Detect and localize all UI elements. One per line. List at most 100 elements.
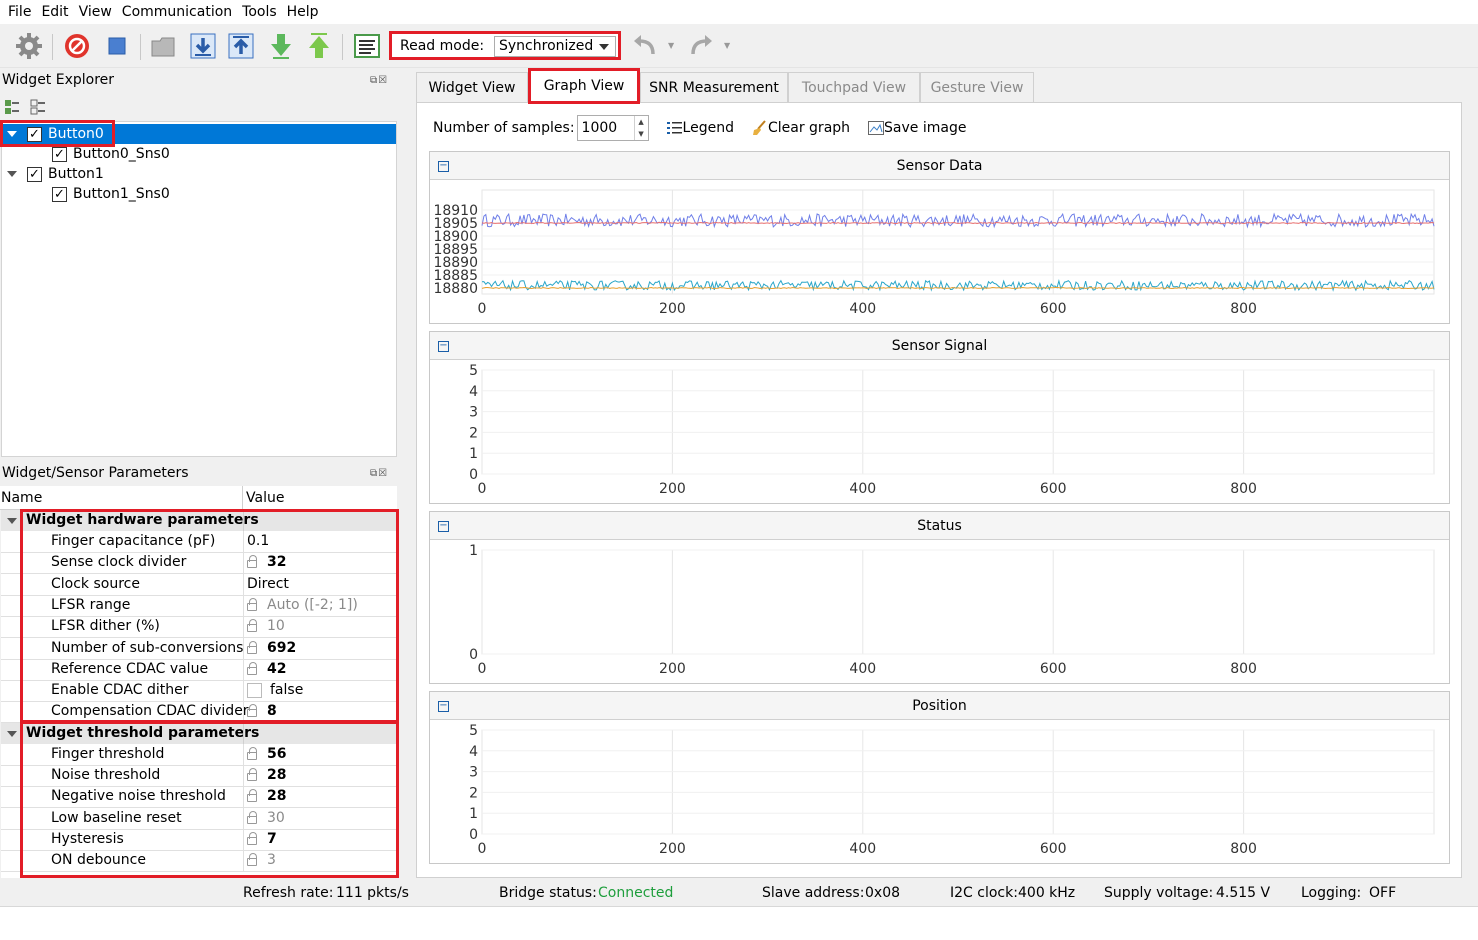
export-icon[interactable]: [304, 31, 334, 61]
param-name: LFSR dither (%): [51, 618, 160, 635]
gear-icon[interactable]: [14, 31, 44, 61]
expander-icon[interactable]: [7, 730, 17, 737]
collapse-icon[interactable]: −: [438, 521, 449, 532]
param-value[interactable]: 0.1: [247, 533, 269, 549]
checkbox-icon[interactable]: ✓: [52, 186, 67, 202]
collapse-all-icon[interactable]: [30, 99, 46, 115]
param-value[interactable]: Direct: [247, 576, 289, 592]
param-value[interactable]: 8: [267, 703, 277, 719]
checkbox-icon[interactable]: ✓: [27, 126, 42, 142]
param-name: Sense clock divider: [51, 554, 187, 571]
log-icon[interactable]: [352, 31, 382, 61]
param-row[interactable]: ON debounce 3: [1, 850, 397, 873]
redo-dropdown-icon[interactable]: ▼: [724, 41, 730, 50]
x-tick-label: 400: [849, 481, 876, 497]
param-row[interactable]: Reference CDAC value 42: [1, 658, 397, 681]
y-tick-label: 2: [469, 785, 478, 801]
checkbox-icon[interactable]: [247, 682, 262, 698]
import-icon[interactable]: [266, 31, 296, 61]
lock-icon: [247, 640, 257, 654]
col-value-header[interactable]: Value: [246, 490, 284, 506]
chart-sensor-signal: − Sensor Signal 0 200 400 600 800 5 4 3 2 1 0: [429, 331, 1450, 504]
param-name: Hysteresis: [51, 830, 124, 847]
param-row[interactable]: Enable CDAC dither false: [1, 680, 397, 703]
clear-graph-button[interactable]: Clear graph: [752, 120, 850, 136]
tree-item-button1-sns0[interactable]: ✓ Button1_Sns0: [52, 184, 170, 204]
collapse-icon[interactable]: −: [438, 701, 449, 712]
param-row[interactable]: Compensation CDAC divider 8: [1, 701, 397, 724]
tab-graph-view[interactable]: Graph View: [528, 68, 640, 104]
param-row[interactable]: Clock source Direct: [1, 573, 397, 596]
y-tick-label: 0: [469, 467, 478, 483]
tab-widget-view[interactable]: Widget View: [416, 72, 528, 102]
spin-arrows-icon[interactable]: ▲ ▼: [633, 116, 648, 140]
col-name-header[interactable]: Name: [1, 490, 42, 506]
x-tick-label: 400: [849, 301, 876, 317]
lock-icon: [247, 789, 257, 803]
open-folder-icon[interactable]: [148, 31, 178, 61]
expander-icon[interactable]: [7, 171, 17, 177]
tree-item-button1[interactable]: ✓ Button1: [2, 164, 104, 184]
param-value[interactable]: 7: [267, 831, 277, 847]
tree-item-button0-sns0[interactable]: ✓ Button0_Sns0: [52, 144, 170, 164]
y-tick-label: 0: [469, 827, 478, 843]
collapse-icon[interactable]: −: [438, 161, 449, 172]
param-row[interactable]: LFSR range Auto ([-2; 1]): [1, 594, 397, 617]
expander-icon[interactable]: [7, 131, 17, 137]
param-group-header[interactable]: Widget hardware parameters: [1, 510, 397, 531]
read-icon[interactable]: [188, 31, 218, 61]
menu-communication[interactable]: Communication: [118, 4, 236, 20]
param-row[interactable]: Sense clock divider 32: [1, 552, 397, 575]
menu-edit[interactable]: Edit: [37, 4, 72, 20]
param-row[interactable]: Negative noise threshold 28: [1, 786, 397, 809]
legend-button[interactable]: Legend: [666, 120, 734, 136]
tree-item-label: Button1: [48, 166, 104, 182]
samples-spinbox[interactable]: 1000 ▲ ▼: [576, 115, 649, 141]
param-row[interactable]: LFSR dither (%) 10: [1, 616, 397, 639]
tree-item-button0[interactable]: ✓ Button0: [2, 124, 396, 144]
param-row[interactable]: Finger capacitance (pF) 0.1: [1, 531, 397, 553]
collapse-icon[interactable]: −: [438, 341, 449, 352]
param-row[interactable]: Hysteresis 7: [1, 828, 397, 851]
param-value[interactable]: 56: [267, 746, 286, 762]
chart-status: − Status 0 200 400 600 800 1 0: [429, 511, 1450, 684]
param-row[interactable]: Low baseline reset 30: [1, 807, 397, 830]
param-row[interactable]: Finger threshold 56: [1, 743, 397, 766]
redo-icon[interactable]: [686, 31, 716, 61]
y-tick-label: 1: [469, 446, 478, 462]
checkbox-icon[interactable]: ✓: [27, 166, 42, 182]
tab-gesture-view[interactable]: Gesture View: [920, 72, 1034, 102]
menu-view[interactable]: View: [75, 4, 116, 20]
save-image-button[interactable]: Save image: [868, 120, 966, 136]
param-value[interactable]: false: [270, 682, 303, 698]
param-value[interactable]: 28: [267, 788, 286, 804]
tab-touchpad-view[interactable]: Touchpad View: [788, 72, 920, 102]
read-mode-select[interactable]: Synchronized: [494, 36, 616, 57]
plot-area: [481, 549, 1435, 655]
samples-label: Number of samples:: [433, 120, 575, 136]
widget-explorer-dock-buttons[interactable]: ⧉☒: [370, 75, 388, 86]
param-value[interactable]: 692: [267, 640, 296, 656]
param-value[interactable]: 42: [267, 661, 286, 677]
param-row[interactable]: Noise threshold 28: [1, 765, 397, 787]
params-dock-buttons[interactable]: ⧉☒: [370, 468, 388, 479]
menu-tools[interactable]: Tools: [238, 4, 281, 20]
menu-help[interactable]: Help: [283, 4, 323, 20]
lock-icon: [247, 619, 257, 633]
stop-icon[interactable]: [102, 31, 132, 61]
stop-red-icon[interactable]: [62, 31, 92, 61]
expand-all-icon[interactable]: [4, 99, 20, 115]
tab-snr-measurement[interactable]: SNR Measurement: [640, 72, 788, 102]
param-value[interactable]: 32: [267, 554, 286, 570]
undo-icon[interactable]: [630, 31, 660, 61]
param-row[interactable]: Number of sub-conversions 692: [1, 637, 397, 660]
menu-file[interactable]: File: [4, 4, 35, 20]
param-group-header[interactable]: Widget threshold parameters: [1, 722, 397, 744]
expander-icon[interactable]: [7, 518, 17, 524]
param-value[interactable]: 28: [267, 767, 286, 783]
undo-dropdown-icon[interactable]: ▼: [668, 41, 674, 50]
chart-title: Sensor Signal: [891, 338, 988, 354]
checkbox-icon[interactable]: ✓: [52, 146, 67, 162]
tree-item-label: Button0_Sns0: [73, 146, 170, 162]
write-icon[interactable]: [226, 31, 256, 61]
